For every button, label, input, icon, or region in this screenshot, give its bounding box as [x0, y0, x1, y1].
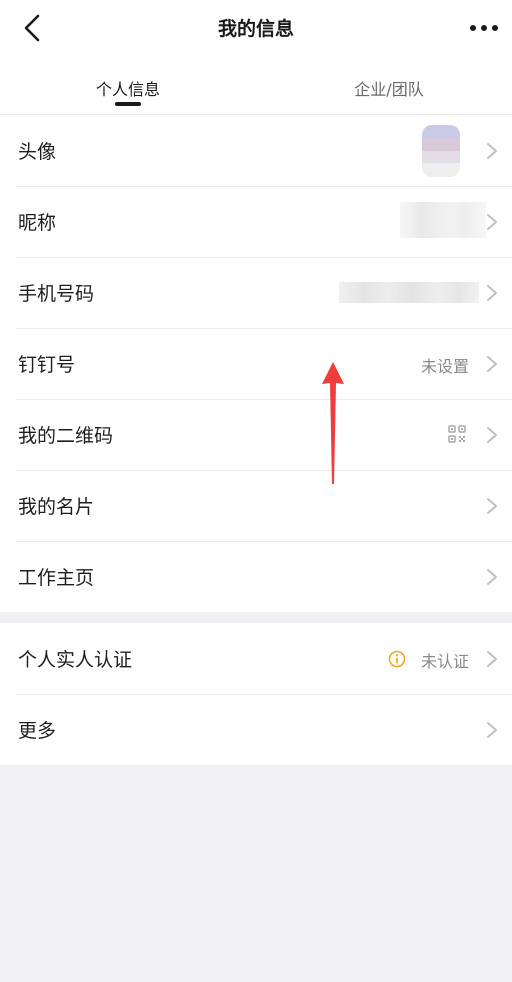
row-business-card[interactable]: 我的名片 [0, 470, 512, 541]
row-more[interactable]: 更多 [0, 694, 512, 765]
row-label-more: 更多 [18, 720, 57, 742]
row-work-homepage[interactable]: 工作主页 [0, 541, 512, 612]
verification-status: 未认证 [420, 652, 469, 671]
nickname-value-redacted [400, 202, 486, 238]
tab-bar: 个人信息 企业/团队 [0, 56, 512, 115]
row-avatar[interactable]: 头像 [0, 115, 512, 186]
phone-value-redacted [339, 282, 479, 303]
chevron-right-icon [487, 569, 497, 585]
tab-personal-info[interactable]: 个人信息 [0, 76, 256, 100]
avatar [422, 125, 460, 177]
row-nickname[interactable]: 昵称 [0, 186, 512, 257]
row-label-qr-code: 我的二维码 [18, 425, 114, 447]
info-circle-icon [388, 650, 406, 668]
chevron-right-icon [487, 285, 497, 301]
qr-code-icon [448, 425, 466, 443]
chevron-right-icon [487, 498, 497, 514]
row-qr-code[interactable]: 我的二维码 [0, 399, 512, 470]
chevron-right-icon [487, 651, 497, 667]
row-label-nickname: 昵称 [18, 212, 57, 234]
red-arrow-annotation-icon [322, 362, 344, 484]
row-label-avatar: 头像 [18, 141, 57, 163]
more-button[interactable] [468, 16, 500, 40]
account-settings-group: 个人实人认证 未认证 更多 [0, 623, 512, 765]
chevron-right-icon [487, 214, 497, 230]
row-label-dingtalk-id: 钉钉号 [18, 354, 76, 376]
row-label-work-homepage: 工作主页 [18, 567, 95, 589]
dingtalk-id-value: 未设置 [420, 357, 469, 376]
row-phone[interactable]: 手机号码 [0, 257, 512, 328]
row-label-business-card: 我的名片 [18, 496, 95, 518]
chevron-right-icon [487, 722, 497, 738]
row-verification[interactable]: 个人实人认证 未认证 [0, 623, 512, 694]
row-label-phone: 手机号码 [18, 283, 95, 305]
profile-info-group: 头像 昵称 手机号码 钉钉号 未设置 我的二维码 我的名片 工作主页 [0, 115, 512, 612]
tab-company-team[interactable]: 企业/团队 [256, 76, 512, 100]
chevron-right-icon [487, 427, 497, 443]
chevron-right-icon [487, 356, 497, 372]
header-bar: 我的信息 [0, 0, 512, 56]
active-tab-indicator [115, 102, 141, 106]
chevron-right-icon [487, 143, 497, 159]
ellipsis-icon [470, 25, 498, 31]
row-label-verification: 个人实人认证 [18, 649, 133, 671]
page-title: 我的信息 [217, 18, 294, 40]
row-dingtalk-id[interactable]: 钉钉号 未设置 [0, 328, 512, 399]
